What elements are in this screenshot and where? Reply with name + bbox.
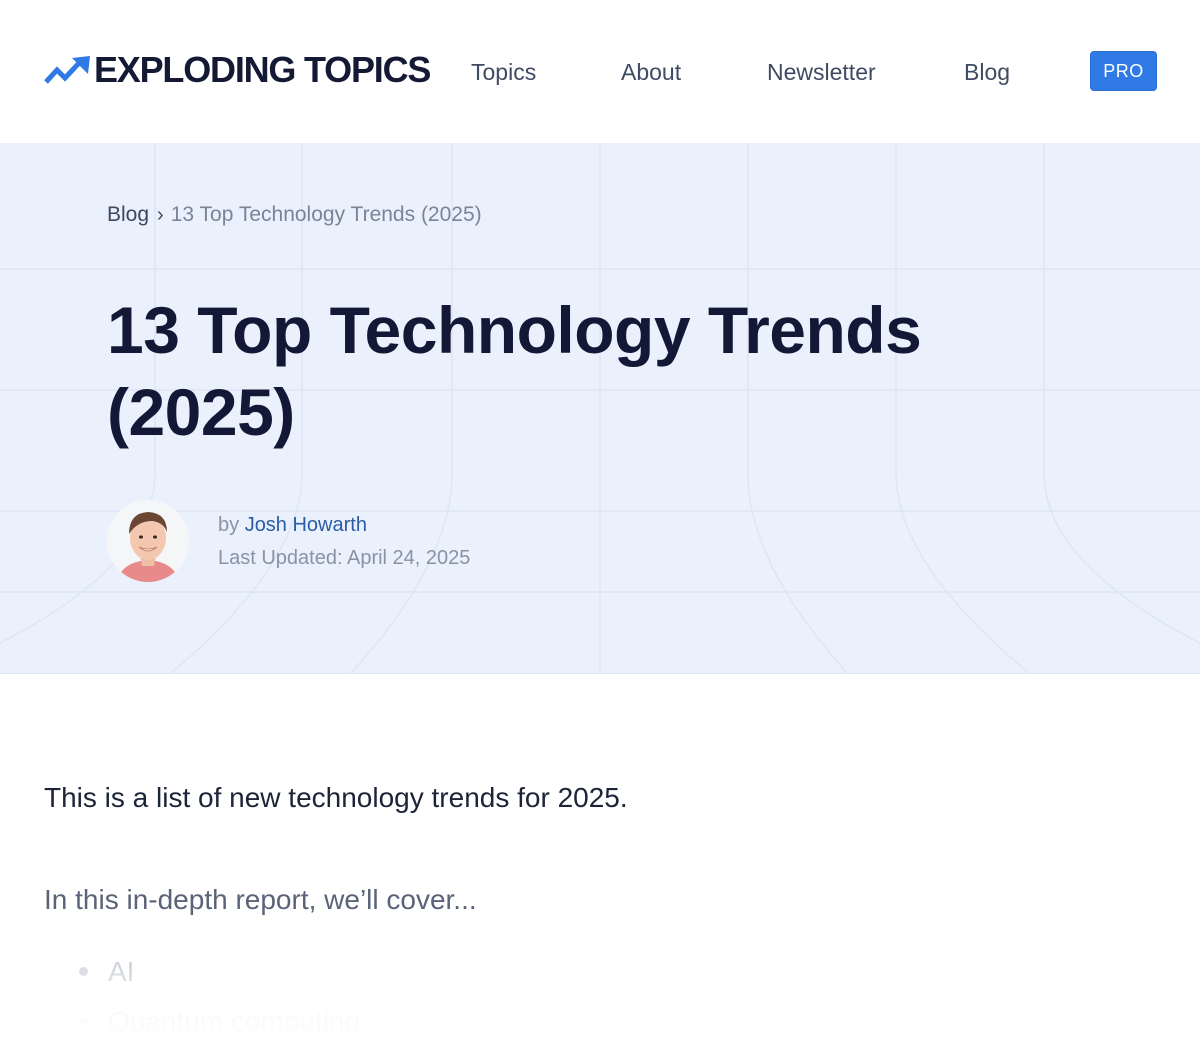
logo[interactable]: EXPLODING TOPICS — [44, 49, 431, 90]
bullet-icon — [79, 1017, 88, 1026]
author-avatar[interactable] — [107, 500, 189, 582]
trending-arrow-icon — [44, 56, 90, 84]
cover-intro-paragraph: In this in-depth report, we’ll cover... — [44, 884, 477, 915]
article-body: This is a list of new technology trends … — [0, 674, 1200, 1038]
bullet-icon — [79, 967, 88, 976]
site-header: EXPLODING TOPICS Topics About Newsletter… — [0, 0, 1200, 143]
byline: by Josh Howarth — [218, 510, 367, 540]
breadcrumb-chevron-icon: › — [157, 204, 164, 226]
list-item-label: AI — [108, 956, 135, 987]
intro-paragraph: This is a list of new technology trends … — [44, 782, 628, 813]
list-item: Quantum computing — [44, 1002, 360, 1052]
page-title: 13 Top Technology Trends (2025) — [107, 293, 922, 449]
author-link[interactable]: Josh Howarth — [245, 514, 367, 536]
logo-text: EXPLODING TOPICS — [94, 49, 431, 90]
nav-about[interactable]: About — [621, 56, 681, 88]
nav-newsletter[interactable]: Newsletter — [767, 56, 876, 88]
byline-prefix: by — [218, 514, 240, 536]
last-updated: Last Updated: April 24, 2025 — [218, 547, 471, 569]
list-item: AI — [44, 952, 360, 1002]
list-item-label: Quantum computing — [108, 1006, 361, 1037]
author-photo-icon — [107, 500, 189, 582]
breadcrumb: Blog › 13 Top Technology Trends (2025) — [107, 200, 482, 230]
topic-list: AI Quantum computing — [44, 952, 360, 1052]
breadcrumb-blog-link[interactable]: Blog — [107, 200, 149, 230]
pro-button[interactable]: PRO — [1090, 51, 1157, 91]
article-hero: Blog › 13 Top Technology Trends (2025) 1… — [0, 143, 1200, 674]
breadcrumb-current: 13 Top Technology Trends (2025) — [170, 203, 482, 226]
nav-blog[interactable]: Blog — [964, 56, 1010, 88]
nav-topics[interactable]: Topics — [471, 56, 536, 88]
